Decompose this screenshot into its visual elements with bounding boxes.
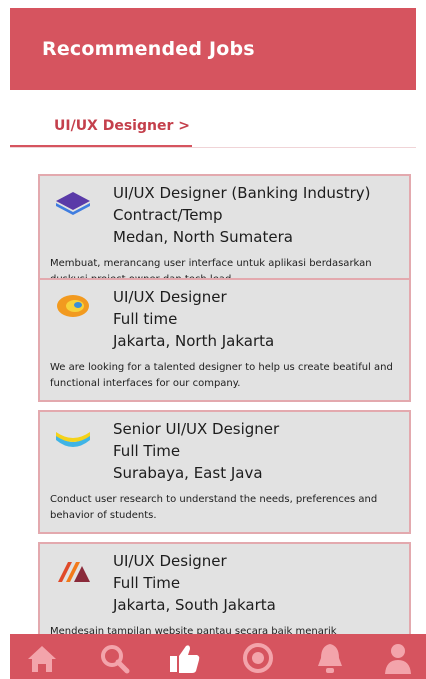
job-type: Full Time [113,442,181,460]
job-location: Jakarta, South Jakarta [113,596,276,614]
purple-blue-shape-logo-icon [54,188,92,218]
profile-icon[interactable] [378,640,418,676]
page-title: Recommended Jobs [42,38,255,60]
yellow-blue-wave-logo-icon [54,424,92,454]
job-type: Full Time [113,574,181,592]
bell-icon[interactable] [310,640,350,676]
bottom-nav [10,634,426,679]
orange-yellow-ring-logo-icon [54,292,92,322]
job-description: Conduct user research to understand the … [50,494,378,521]
tab-divider [10,147,416,148]
job-title[interactable]: Senior UI/UX Designer [113,420,279,438]
job-location: Surabaya, East Java [113,464,263,482]
red-orange-stripes-logo-icon [54,556,92,586]
job-description: We are looking for a talented designer t… [50,362,393,389]
job-type: Contract/Temp [113,206,223,224]
job-title[interactable]: UI/UX Designer [113,288,227,306]
tab-label: UI/UX Designer > [54,118,190,134]
job-location: Jakarta, North Jakarta [113,332,275,350]
job-card[interactable]: UI/UX Designer Full time Jakarta, North … [38,278,411,402]
thumbs-up-icon[interactable] [164,640,204,676]
app-header: Recommended Jobs [10,8,416,90]
job-location: Medan, North Sumatera [113,228,293,246]
job-title[interactable]: UI/UX Designer (Banking Industry) [113,184,370,202]
tab-ui-ux-designer[interactable]: UI/UX Designer > [10,108,192,148]
badge-icon[interactable] [238,640,278,676]
search-icon[interactable] [94,640,134,676]
job-card[interactable]: Senior UI/UX Designer Full Time Surabaya… [38,410,411,534]
home-icon[interactable] [22,640,62,676]
job-title[interactable]: UI/UX Designer [113,552,227,570]
job-card[interactable]: UI/UX Designer Full Time Jakarta, South … [38,542,411,637]
job-type: Full time [113,310,178,328]
